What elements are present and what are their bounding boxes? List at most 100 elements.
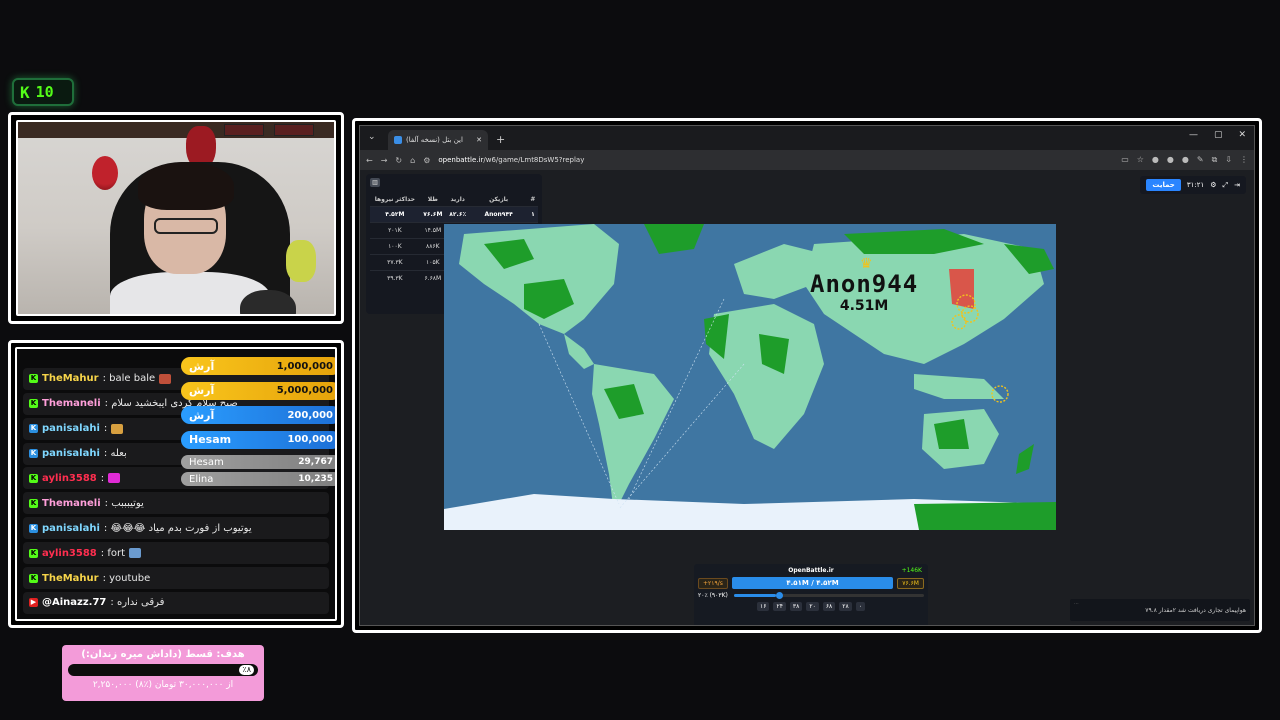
chat-username[interactable]: panisalahi: [42, 423, 100, 434]
install-icon[interactable]: ▭: [1121, 155, 1129, 165]
gold-gain: +146K: [901, 567, 922, 574]
support-button[interactable]: حمایت: [1146, 179, 1181, 191]
leaderboard-cell: ۱۰۵K: [419, 254, 446, 271]
wall-photo: [224, 124, 264, 136]
leaderboard-header[interactable]: طلا: [420, 193, 446, 207]
extension-icon[interactable]: ●: [1182, 155, 1189, 165]
leaderboard-header[interactable]: #: [528, 193, 538, 207]
slider-knob[interactable]: [775, 592, 783, 599]
maximize-button[interactable]: ▢: [1214, 130, 1223, 140]
emote-icon: [108, 473, 121, 484]
chat-username[interactable]: Themaneli: [42, 398, 101, 409]
youtube-badge-icon: ▶: [29, 598, 38, 608]
chat-username[interactable]: Themaneli: [42, 498, 101, 509]
chart-icon[interactable]: ▥: [370, 178, 380, 187]
world-map[interactable]: ♛ Anon944 4.51M: [444, 224, 1056, 530]
downloads-icon[interactable]: ⇩: [1225, 155, 1232, 165]
chat-username[interactable]: panisalahi: [42, 448, 100, 459]
chat-message: K TheMahur: youtube: [23, 567, 329, 590]
url-input[interactable]: openbattle.ir/w6/game/Lmt8DsW5?replay: [438, 156, 584, 164]
attack-ratio-row: ۲۰٪ (۹۰۳K): [698, 592, 924, 599]
goal-title: هدف: قسط (داداش میره زندان:): [81, 649, 245, 660]
pen-icon[interactable]: ✎: [1197, 155, 1204, 165]
leaderboard-cell: Anon۹۴۴: [469, 206, 528, 223]
leaderboard-cell: ۳۷.۳K: [370, 254, 420, 271]
viewer-count: 10: [35, 83, 54, 101]
chat-username[interactable]: TheMahur: [42, 573, 99, 584]
webcam-feed: [16, 120, 336, 316]
fullscreen-icon[interactable]: ⤢: [1223, 181, 1229, 190]
extension-icon[interactable]: ●: [1167, 155, 1174, 165]
build-item[interactable]: ۰: [855, 602, 865, 611]
crown-icon: ♛: [860, 256, 873, 272]
new-tab-button[interactable]: +: [496, 133, 505, 146]
exit-icon[interactable]: ⇥: [1234, 181, 1240, 189]
close-window-button[interactable]: ✕: [1238, 130, 1246, 140]
close-tab-icon[interactable]: ✕: [476, 136, 482, 144]
wall-photo: [274, 124, 314, 136]
reload-icon[interactable]: ↻: [395, 156, 402, 165]
game-timer: ۳۱:۲۱: [1186, 181, 1205, 189]
leaderboard-header[interactable]: حداکثر نیروها: [370, 193, 420, 207]
top-right-controls: حمایت ۳۱:۲۱ ⚙ ⤢ ⇥: [1140, 176, 1246, 194]
leaderboard-header[interactable]: دارید: [446, 193, 470, 207]
favicon-icon: [394, 136, 402, 144]
chat-username[interactable]: @Ainazz.77: [42, 597, 106, 608]
donor-row: آرش 1,000,000: [181, 357, 335, 375]
donation-goal: هدف: قسط (داداش میره زندان:) ٪۸ ۲,۲۵۰,۰۰…: [62, 645, 264, 701]
extension-icon[interactable]: ●: [1152, 155, 1159, 165]
build-item[interactable]: ۲۰: [806, 602, 819, 611]
donor-row: Hesam 100,000: [181, 430, 335, 449]
kick-viewer-badge: K 10: [12, 78, 74, 106]
leaderboard-header[interactable]: بازیکن: [469, 193, 527, 207]
donor-row: Hesam 29,767: [181, 455, 335, 469]
microphone: [240, 290, 296, 314]
build-item[interactable]: ۲۴: [773, 602, 786, 611]
enemy-territory: [949, 269, 974, 309]
tab-openbattle[interactable]: این بتل (نسخه آلفا) ✕: [388, 130, 488, 150]
player-map-troops: 4.51M: [839, 298, 889, 314]
site-info-icon[interactable]: ⚙: [423, 156, 430, 165]
home-icon[interactable]: ⌂: [410, 156, 415, 165]
leaderboard-row[interactable]: ۴.۵۲M ۷۶.۶M ۸۲.۶٪ Anon۹۴۴ ۱: [370, 206, 538, 223]
plush-toy: [286, 240, 316, 282]
leaderboard-cell: ۸۲.۶٪: [445, 206, 470, 223]
build-item[interactable]: ۲۸: [839, 602, 852, 611]
minimize-button[interactable]: —: [1189, 130, 1198, 140]
build-item[interactable]: ۶۸: [822, 602, 836, 611]
attack-ratio-slider[interactable]: [733, 592, 924, 599]
player-map-name: Anon944: [810, 270, 919, 298]
chat-text: : youtube: [102, 572, 151, 584]
chat-message: Kpanisalahi: 😂😂😂 یوتیوب از فورت بدم میاد: [23, 517, 329, 540]
puzzle-icon[interactable]: ⧉: [1212, 155, 1218, 165]
chat-username[interactable]: aylin3588: [42, 473, 97, 484]
toolbar-icons: ▭ ☆ ● ● ● ✎ ⧉ ⇩ ⋮: [1121, 155, 1248, 165]
back-icon[interactable]: ←: [366, 156, 373, 165]
leaderboard-cell: ۱: [527, 206, 538, 223]
build-item[interactable]: ۱۶: [757, 602, 770, 611]
donor-name: آرش: [189, 408, 215, 422]
chat-username[interactable]: panisalahi: [42, 523, 100, 534]
chat-username[interactable]: TheMahur: [42, 373, 99, 384]
kick-logo-icon: K: [20, 82, 30, 102]
forward-icon[interactable]: →: [381, 156, 388, 165]
settings-icon[interactable]: ⚙: [1210, 181, 1216, 189]
menu-icon[interactable]: ⋮: [1240, 155, 1248, 165]
chat-username[interactable]: aylin3588: [42, 548, 97, 559]
chat-message: K Themaneli: یوتیبببب: [23, 492, 329, 515]
kick-badge-icon: K: [29, 374, 38, 384]
goal-amount: ۲,۲۵۰,۰۰۰ از ۳۰,۰۰۰,۰۰۰ تومان (٪۸): [92, 680, 234, 690]
donor-amount: 5,000,000: [276, 385, 333, 396]
tab-search-icon[interactable]: ⌄: [368, 132, 376, 142]
chat-panel: K TheMahur: bale bale K Themaneli: صبح سلام…: [15, 347, 337, 621]
build-item[interactable]: ۳۸: [789, 602, 803, 611]
chat-text: : bale bale: [102, 373, 156, 385]
donor-amount: 1,000,000: [276, 360, 333, 372]
spiderman-figure: [92, 156, 118, 190]
subscriber-badge-icon: K: [29, 424, 38, 434]
leaderboard-cell: ۷۶.۶M: [419, 206, 446, 223]
game-page: ▥ حداکثر نیروها طلا دارید بازیکن # ۴.۵۲M ۷۶.۶…: [360, 170, 1254, 625]
leaderboard-cell: ۳۹.۳K: [370, 270, 420, 286]
leaderboard-cell: ۴.۵۲M: [370, 206, 420, 223]
bookmark-star-icon[interactable]: ☆: [1137, 155, 1144, 165]
